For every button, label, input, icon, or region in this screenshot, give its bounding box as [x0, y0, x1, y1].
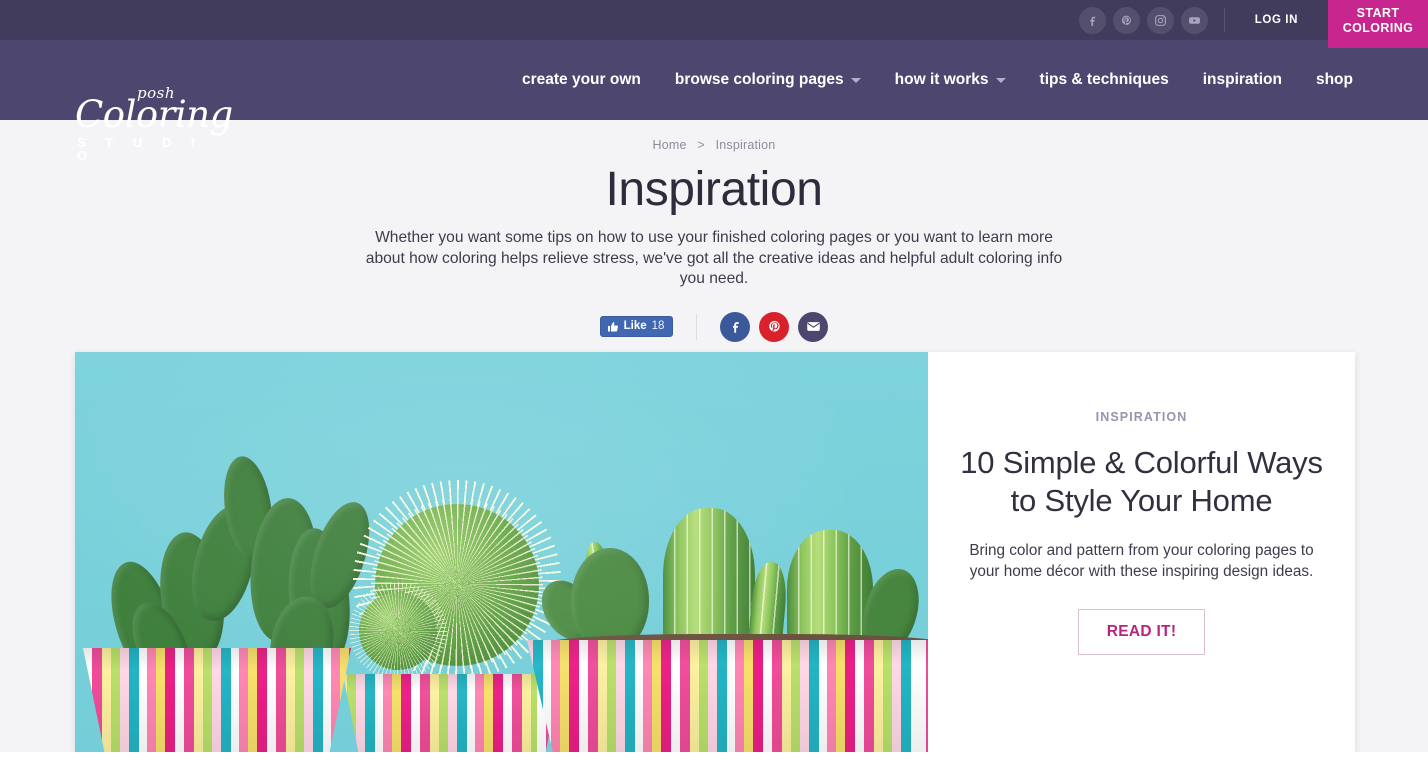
breadcrumb-current: Inspiration — [715, 138, 776, 152]
like-label: Like — [623, 320, 647, 333]
start-coloring-line2: COLORING — [1342, 21, 1414, 35]
nav-label: shop — [1315, 71, 1353, 88]
main-navigation: posh Coloring S T U D I O create your ow… — [0, 40, 1428, 162]
nav-label: inspiration — [1202, 71, 1282, 88]
nav-item-browse-coloring-pages[interactable]: browse coloring pages — [658, 71, 878, 89]
nav-item-tips-techniques[interactable]: tips & techniques — [1023, 71, 1186, 89]
article-photo — [75, 352, 928, 752]
site-logo[interactable]: posh Coloring S T U D I O — [75, 86, 233, 163]
instagram-icon[interactable] — [1146, 6, 1174, 34]
share-pinterest-button[interactable] — [759, 311, 790, 342]
nav-item-inspiration[interactable]: inspiration — [1186, 71, 1299, 89]
start-coloring-line1: START — [1356, 6, 1400, 20]
envelope-icon — [807, 322, 820, 332]
nav-label: how it works — [894, 71, 989, 88]
page-bottom-edge — [0, 752, 1428, 771]
breadcrumb-separator: > — [697, 138, 705, 152]
facebook-icon — [732, 322, 739, 333]
top-utility-bar: LOG IN START COLORING — [0, 0, 1428, 48]
log-in-link[interactable]: LOG IN — [1225, 0, 1328, 40]
pinterest-icon[interactable] — [1112, 6, 1140, 34]
thumbs-up-icon — [607, 321, 618, 332]
read-it-button[interactable]: READ IT! — [1077, 609, 1206, 655]
share-facebook-button[interactable] — [720, 311, 751, 342]
logo-coloring-text: Coloring — [75, 93, 233, 136]
nav-label: create your own — [521, 71, 641, 88]
nav-items: create your own browse coloring pages ho… — [505, 71, 1428, 89]
nav-item-how-it-works[interactable]: how it works — [878, 71, 1023, 89]
nav-item-shop[interactable]: shop — [1299, 71, 1370, 89]
breadcrumb-home-link[interactable]: Home — [653, 138, 687, 152]
article-description: Bring color and pattern from your colori… — [969, 542, 1314, 580]
nav-label: tips & techniques — [1039, 71, 1169, 88]
chevron-down-icon — [850, 77, 861, 83]
photo-vignette — [75, 352, 928, 752]
like-count: 18 — [651, 320, 665, 333]
social-links — [1078, 0, 1224, 40]
article-category-label: INSPIRATION — [1095, 410, 1188, 424]
article-text-panel: INSPIRATION 10 Simple & Colorful Ways to… — [928, 352, 1355, 752]
start-coloring-button[interactable]: START COLORING — [1328, 0, 1428, 48]
chevron-down-icon — [995, 77, 1006, 83]
nav-label: browse coloring pages — [674, 71, 844, 88]
share-row: Like 18 — [0, 311, 1428, 342]
article-title: 10 Simple & Colorful Ways to Style Your … — [960, 445, 1323, 518]
facebook-like-button[interactable]: Like 18 — [599, 316, 674, 338]
featured-article-card[interactable]: INSPIRATION 10 Simple & Colorful Ways to… — [75, 352, 1355, 752]
logo-studio-text: S T U D I O — [77, 135, 203, 163]
pinterest-icon — [769, 321, 780, 332]
share-email-button[interactable] — [798, 311, 829, 342]
share-divider — [696, 313, 698, 340]
nav-item-create-your-own[interactable]: create your own — [505, 71, 658, 89]
page-description: Whether you want some tips on how to use… — [365, 229, 1063, 288]
page-title: Inspiration — [605, 163, 823, 216]
youtube-icon[interactable] — [1180, 6, 1208, 34]
facebook-icon[interactable] — [1078, 6, 1106, 34]
share-buttons — [720, 311, 829, 342]
